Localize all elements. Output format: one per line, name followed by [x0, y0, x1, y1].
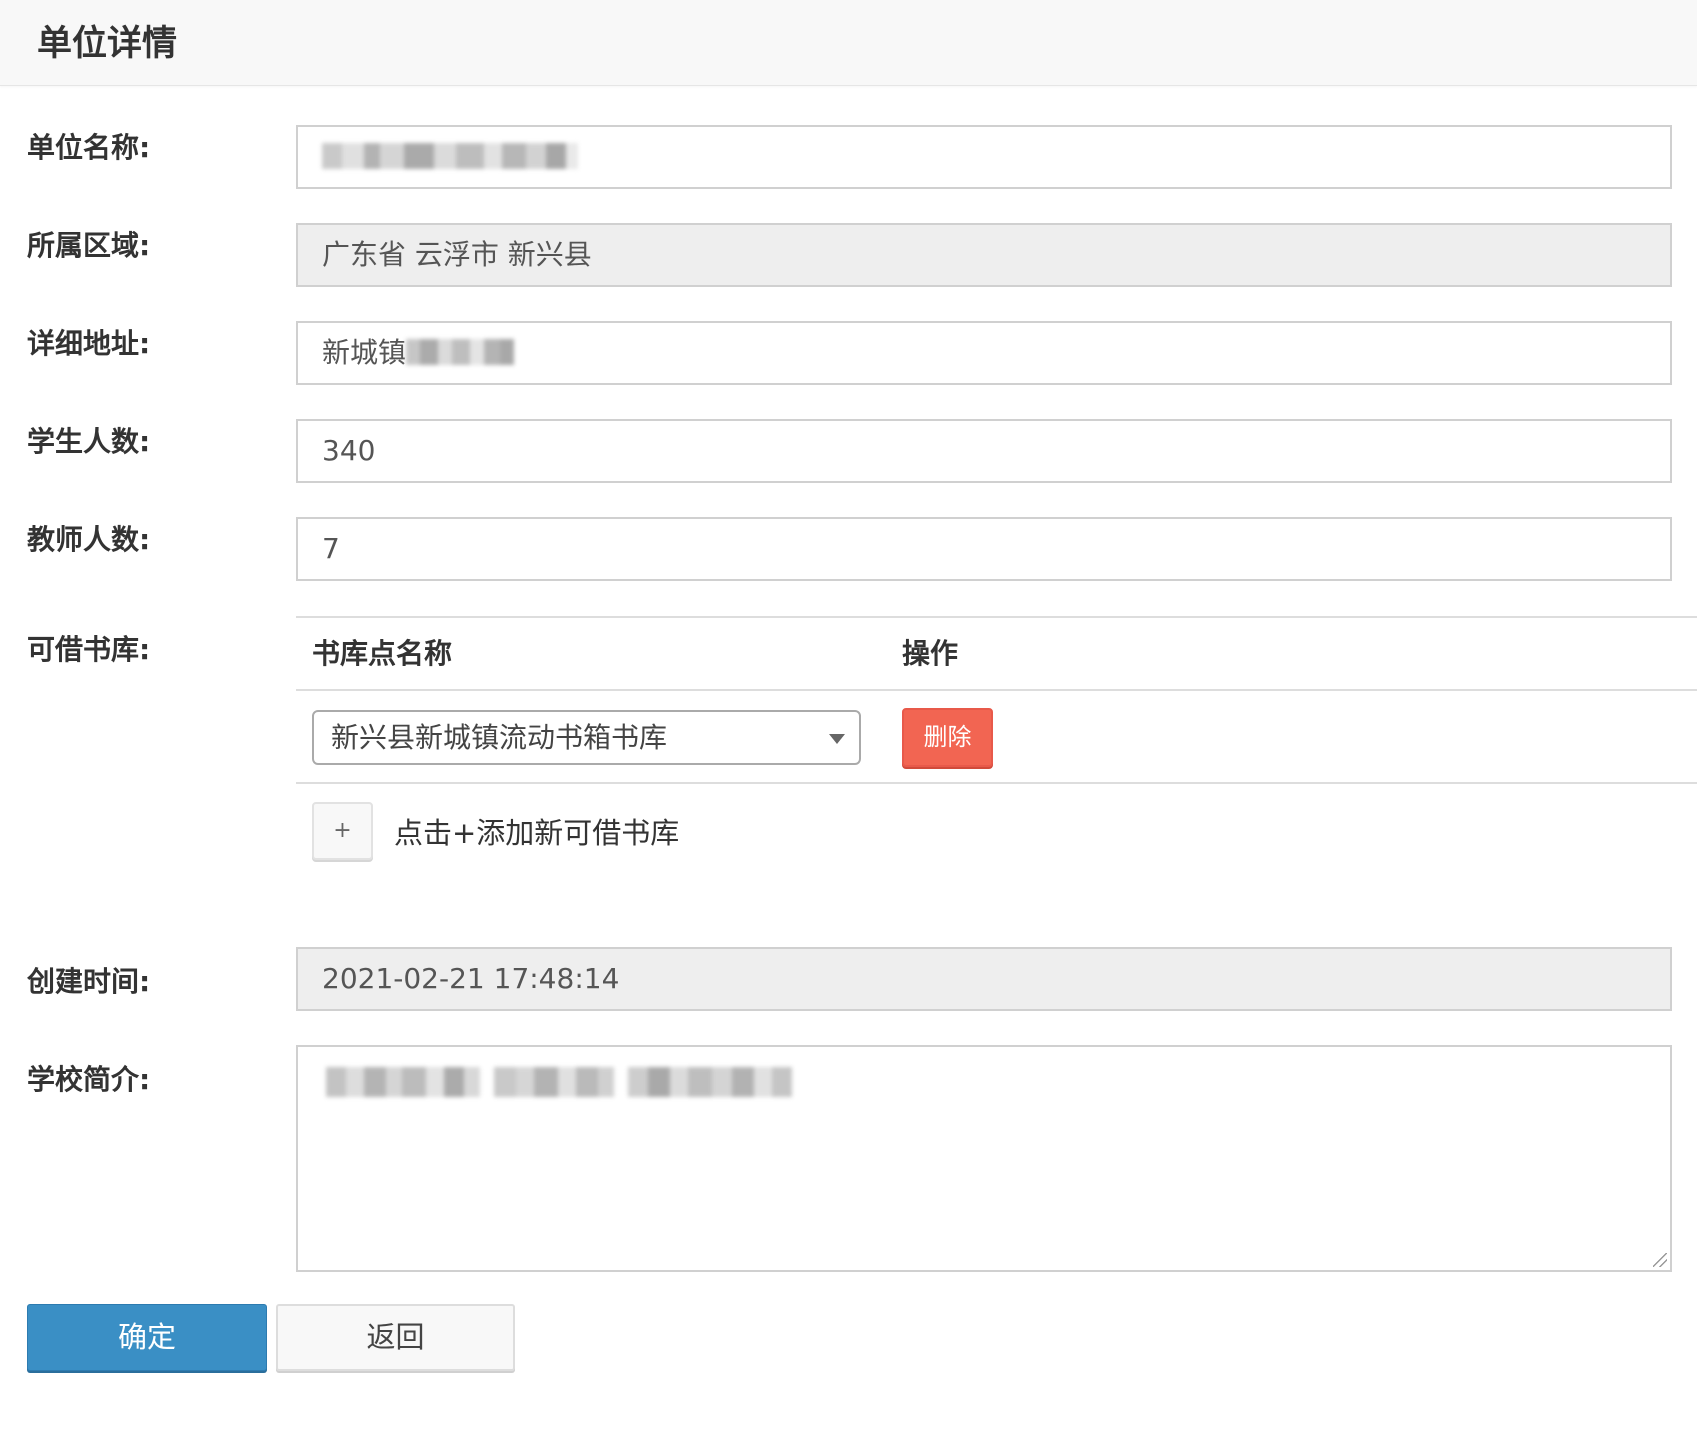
- redacted-text: [326, 1067, 792, 1097]
- intro-textarea[interactable]: [296, 1045, 1672, 1272]
- back-button[interactable]: 返回: [276, 1304, 515, 1371]
- table-header-border: [296, 689, 1697, 691]
- library-label: 可借书库:: [27, 633, 151, 666]
- created-time-label: 创建时间:: [27, 965, 151, 998]
- table-row-border: [296, 782, 1697, 784]
- teachers-input[interactable]: 7: [296, 517, 1672, 581]
- column-header-library-name: 书库点名称: [312, 637, 453, 670]
- address-label: 详细地址:: [27, 327, 151, 360]
- resize-handle-icon[interactable]: [1653, 1253, 1667, 1267]
- unit-name-input[interactable]: [296, 125, 1672, 189]
- add-library-button[interactable]: +: [312, 802, 373, 860]
- region-label: 所属区域:: [27, 229, 151, 262]
- address-input[interactable]: 新城镇: [296, 321, 1672, 385]
- intro-label: 学校简介:: [27, 1063, 151, 1096]
- region-field: 广东省 云浮市 新兴县: [296, 223, 1672, 287]
- add-library-hint: 点击+添加新可借书库: [394, 816, 680, 850]
- redacted-text: [322, 143, 578, 169]
- library-select[interactable]: 新兴县新城镇流动书箱书库: [312, 710, 861, 765]
- students-label: 学生人数:: [27, 425, 151, 458]
- page-header: 单位详情: [0, 0, 1697, 86]
- page-title: 单位详情: [37, 24, 178, 64]
- students-input[interactable]: 340: [296, 419, 1672, 483]
- chevron-down-icon: [829, 734, 845, 744]
- redacted-text: [406, 339, 515, 365]
- library-select-value: 新兴县新城镇流动书箱书库: [331, 721, 668, 754]
- column-header-action: 操作: [902, 637, 959, 670]
- table-top-border: [296, 616, 1697, 618]
- created-time-field: 2021-02-21 17:48:14: [296, 947, 1672, 1011]
- teachers-label: 教师人数:: [27, 523, 151, 556]
- delete-button[interactable]: 删除: [902, 708, 993, 767]
- address-value: 新城镇: [322, 336, 407, 369]
- unit-name-label: 单位名称:: [27, 131, 151, 164]
- confirm-button[interactable]: 确定: [27, 1304, 267, 1371]
